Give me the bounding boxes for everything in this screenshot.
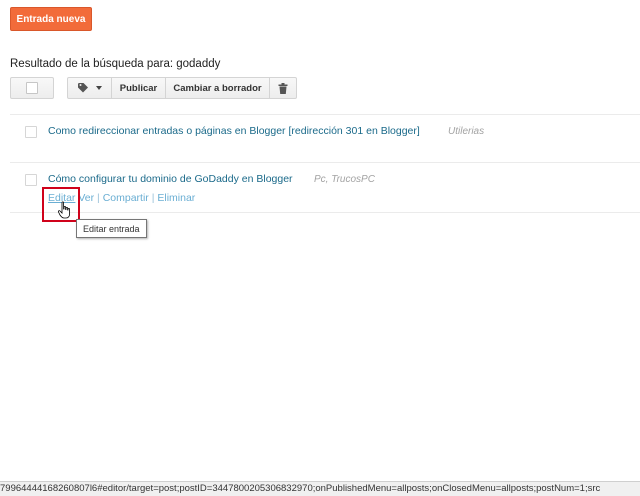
select-all-checkbox[interactable] — [10, 77, 54, 99]
tooltip: Editar entrada — [76, 219, 147, 238]
search-result-heading: Resultado de la búsqueda para: godaddy — [10, 58, 221, 70]
revert-to-draft-button[interactable]: Cambiar a borrador — [165, 77, 270, 99]
post-row-checkbox[interactable] — [25, 126, 37, 138]
tag-icon — [77, 83, 88, 93]
divider — [10, 212, 640, 213]
publish-button[interactable]: Publicar — [111, 77, 166, 99]
trash-icon — [278, 82, 288, 94]
post-row-checkbox[interactable] — [25, 174, 37, 186]
post-title-link[interactable]: Cómo configurar tu dominio de GoDaddy en… — [48, 173, 293, 185]
new-post-button[interactable]: Entrada nueva — [10, 7, 92, 31]
hand-cursor-icon — [58, 201, 70, 219]
browser-status-bar: 79964444168260807l6#editor/target=post;p… — [0, 481, 640, 496]
divider — [10, 162, 640, 163]
post-labels: Pc, TrucosPC — [314, 174, 375, 185]
checkbox-icon — [26, 82, 38, 94]
delete-link[interactable]: Eliminar — [157, 192, 195, 204]
view-link[interactable]: Ver — [78, 192, 94, 204]
post-title-link[interactable]: Como redireccionar entradas o páginas en… — [48, 125, 420, 137]
action-separator: | — [97, 192, 100, 204]
post-labels: Utilerias — [448, 126, 485, 137]
action-separator: | — [151, 192, 155, 204]
label-dropdown-button[interactable] — [67, 77, 112, 99]
divider — [10, 114, 640, 115]
share-link[interactable]: Compartir — [103, 192, 149, 204]
chevron-down-icon — [95, 86, 102, 90]
delete-button[interactable] — [269, 77, 297, 99]
